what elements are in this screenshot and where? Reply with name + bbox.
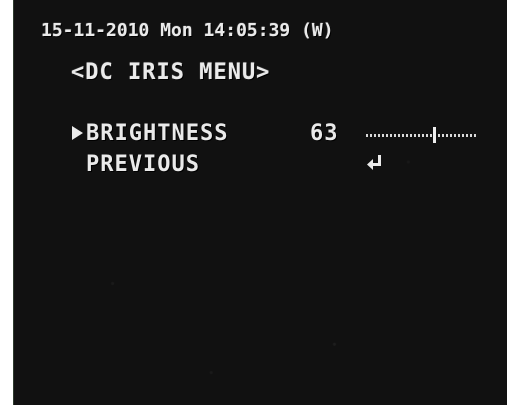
- selection-cursor-icon: [72, 126, 83, 140]
- slider-track: [366, 134, 476, 137]
- slider-thumb[interactable]: [433, 127, 436, 143]
- timestamp: 15-11-2010 Mon 14:05:39 (W): [41, 20, 334, 41]
- brightness-label: BRIGHTNESS: [86, 121, 229, 146]
- enter-return-icon: [367, 155, 381, 170]
- menu-item-previous[interactable]: PREVIOUS: [72, 152, 492, 180]
- menu-item-brightness[interactable]: BRIGHTNESS 63: [72, 121, 492, 149]
- brightness-value: 63: [310, 121, 339, 146]
- brightness-slider[interactable]: [366, 127, 476, 143]
- previous-label: PREVIOUS: [86, 152, 200, 177]
- camera-osd-screen: 15-11-2010 Mon 14:05:39 (W) <DC IRIS MEN…: [13, 0, 507, 405]
- menu-title: <DC IRIS MENU>: [71, 60, 271, 85]
